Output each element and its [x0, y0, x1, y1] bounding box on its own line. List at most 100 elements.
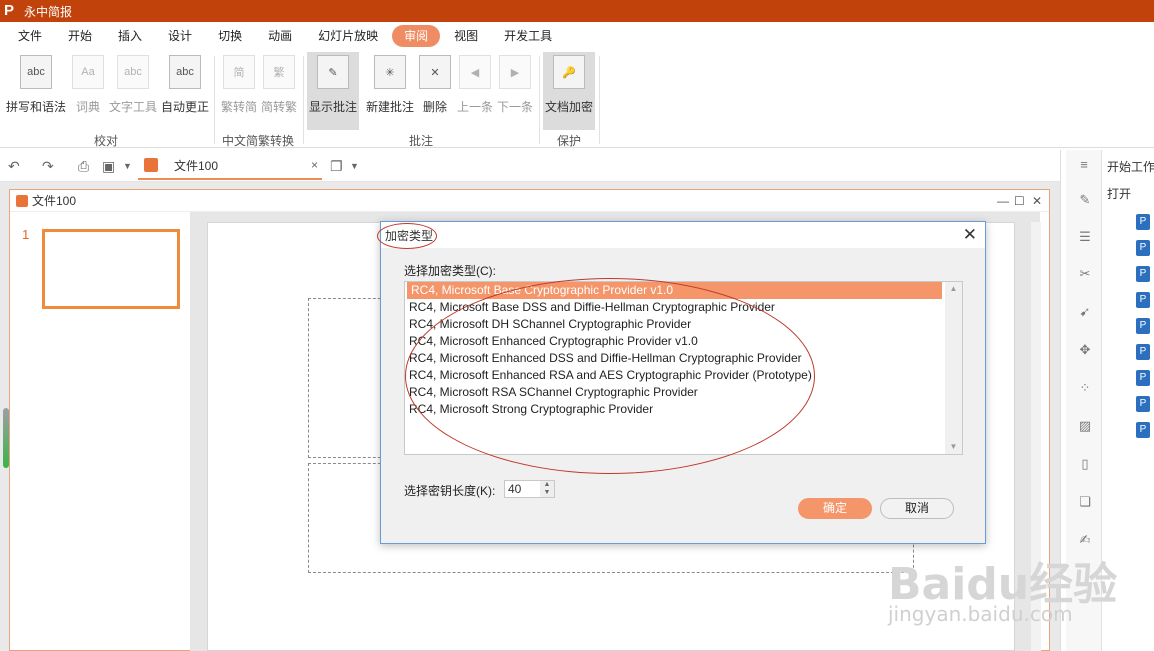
- menu-review[interactable]: 审阅: [392, 25, 441, 47]
- dictionary-button[interactable]: Aa 词典: [68, 52, 108, 130]
- document-tab[interactable]: 文件100 ×: [138, 152, 322, 180]
- presentation-file-icon: [16, 194, 28, 207]
- menu-bar: 文件 开始 插入 设计 切换 动画 幻灯片放映 审阅 视图 开发工具: [0, 22, 1154, 50]
- pencil-note-icon: ✎: [317, 55, 349, 89]
- annotation-ellipse: [377, 223, 437, 249]
- trad-to-simp-button[interactable]: 简 繁转简: [219, 52, 259, 130]
- title-bar: P 永中简报: [0, 0, 1154, 22]
- recent-file-icon[interactable]: P: [1136, 292, 1150, 308]
- text-tools-icon: abc: [117, 55, 149, 89]
- ok-button[interactable]: 确定: [798, 498, 872, 519]
- presentation-file-icon: [144, 158, 158, 172]
- move-icon[interactable]: ✥: [1077, 342, 1093, 358]
- menu-lines-icon[interactable]: ≡: [1076, 157, 1092, 173]
- close-icon[interactable]: ✕: [1032, 194, 1042, 208]
- copy-icon[interactable]: ❏: [1077, 494, 1093, 510]
- ribbon: abc 拼写和语法 Aa 词典 abc 文字工具 abc 自动更正 简 繁转简 …: [0, 50, 1154, 148]
- group-separator: [303, 56, 304, 144]
- edit-icon[interactable]: ✍: [1077, 532, 1093, 548]
- scroll-up-icon[interactable]: ▲: [945, 282, 962, 296]
- trad-to-simp-icon: 简: [223, 55, 255, 89]
- recent-file-icon[interactable]: P: [1136, 422, 1150, 438]
- encryption-type-label: 选择加密类型(C):: [404, 264, 496, 278]
- sliders-icon[interactable]: ☰: [1077, 229, 1093, 245]
- open-link[interactable]: 打开: [1107, 185, 1131, 202]
- autocorrect-button[interactable]: abc 自动更正: [160, 52, 210, 130]
- clipboard-icon[interactable]: ▯: [1077, 456, 1093, 472]
- list-scrollbar[interactable]: ▲ ▼: [945, 282, 962, 454]
- chevron-down-icon[interactable]: ▼: [123, 161, 132, 171]
- document-tab-label: 文件100: [174, 158, 219, 173]
- cancel-button[interactable]: 取消: [880, 498, 954, 519]
- next-comment-label: 下一条: [496, 100, 533, 114]
- recent-file-icon[interactable]: P: [1136, 396, 1150, 412]
- group-separator: [599, 56, 600, 144]
- new-comment-icon: ✳: [374, 55, 406, 89]
- pencil-icon[interactable]: ✎: [1077, 192, 1093, 208]
- menu-insert[interactable]: 插入: [106, 25, 154, 47]
- redo-icon[interactable]: ↷: [42, 158, 54, 175]
- group-separator: [214, 56, 215, 144]
- menu-transition[interactable]: 切换: [206, 25, 254, 47]
- simp-to-trad-button[interactable]: 繁 简转繁: [259, 52, 299, 130]
- recent-file-icon[interactable]: P: [1136, 266, 1150, 282]
- menu-animation[interactable]: 动画: [256, 25, 304, 47]
- delete-comment-icon: ✕: [419, 55, 451, 89]
- group-protect: 保护: [557, 134, 582, 148]
- autocorrect-icon: abc: [169, 55, 201, 89]
- close-tab-icon[interactable]: ×: [311, 158, 318, 172]
- menu-file[interactable]: 文件: [6, 25, 54, 47]
- text-tools-button[interactable]: abc 文字工具: [108, 52, 158, 130]
- group-comments: 批注: [409, 134, 434, 148]
- menu-developer[interactable]: 开发工具: [492, 25, 564, 47]
- slide-thumbnail[interactable]: [42, 229, 180, 309]
- show-comments-label: 显示批注: [308, 100, 357, 114]
- dialog-close-icon[interactable]: ✕: [963, 225, 977, 245]
- new-comment-label: 新建批注: [365, 100, 414, 114]
- scroll-down-icon[interactable]: ▼: [945, 440, 962, 454]
- group-proofing: 校对: [94, 134, 119, 148]
- menu-slideshow[interactable]: 幻灯片放映: [306, 25, 390, 47]
- next-icon: ▶: [499, 55, 531, 89]
- dictionary-icon: Aa: [72, 55, 104, 89]
- recent-file-icon[interactable]: P: [1136, 344, 1150, 360]
- simp-to-trad-icon: 繁: [263, 55, 295, 89]
- recent-file-icon[interactable]: P: [1136, 240, 1150, 256]
- previous-comment-button[interactable]: ◀ 上一条: [455, 52, 495, 130]
- delete-comment-label: 删除: [422, 100, 447, 114]
- recent-file-icon[interactable]: P: [1136, 318, 1150, 334]
- group-separator: [539, 56, 540, 144]
- encrypt-document-button[interactable]: 🔑 文档加密: [543, 52, 595, 130]
- maximize-icon[interactable]: ☐: [1014, 194, 1025, 208]
- key-length-label: 选择密钥长度(K):: [404, 484, 496, 498]
- key-length-value[interactable]: 40: [508, 482, 521, 496]
- save-icon[interactable]: ▣: [102, 158, 115, 175]
- next-comment-button[interactable]: ▶ 下一条: [495, 52, 535, 130]
- show-comments-button[interactable]: ✎ 显示批注: [307, 52, 359, 130]
- undo-icon[interactable]: ↶: [8, 158, 20, 175]
- menu-home[interactable]: 开始: [56, 25, 104, 47]
- watermark-url: jingyan.baidu.com: [888, 602, 1073, 626]
- recent-file-icon[interactable]: P: [1136, 214, 1150, 230]
- annotation-ellipse: [405, 278, 815, 474]
- grid-icon[interactable]: ⁘: [1077, 380, 1093, 396]
- new-comment-button[interactable]: ✳ 新建批注: [364, 52, 416, 130]
- image-icon[interactable]: ▨: [1077, 418, 1093, 434]
- new-slide-icon[interactable]: ❐: [330, 158, 343, 175]
- menu-view[interactable]: 视图: [442, 25, 490, 47]
- delete-comment-button[interactable]: ✕ 删除: [418, 52, 452, 130]
- minimize-icon[interactable]: —: [997, 194, 1009, 208]
- pin-icon[interactable]: ➹: [1077, 304, 1093, 320]
- tools-icon[interactable]: ✂: [1077, 266, 1093, 282]
- spinner-arrows-icon[interactable]: ▲ ▼: [540, 481, 554, 497]
- spellcheck-icon: abc: [20, 55, 52, 89]
- chevron-down-icon[interactable]: ▼: [350, 161, 359, 171]
- preview-icon[interactable]: ⎙: [78, 158, 89, 175]
- key-length-spinner[interactable]: 40 ▲ ▼: [504, 480, 555, 498]
- previous-comment-label: 上一条: [456, 100, 493, 114]
- menu-design[interactable]: 设计: [156, 25, 204, 47]
- spelling-grammar-button[interactable]: abc 拼写和语法: [6, 52, 66, 130]
- recent-file-icon[interactable]: P: [1136, 370, 1150, 386]
- task-pane-title: 开始工作: [1107, 160, 1154, 174]
- trad-to-simp-label: 繁转简: [220, 100, 257, 114]
